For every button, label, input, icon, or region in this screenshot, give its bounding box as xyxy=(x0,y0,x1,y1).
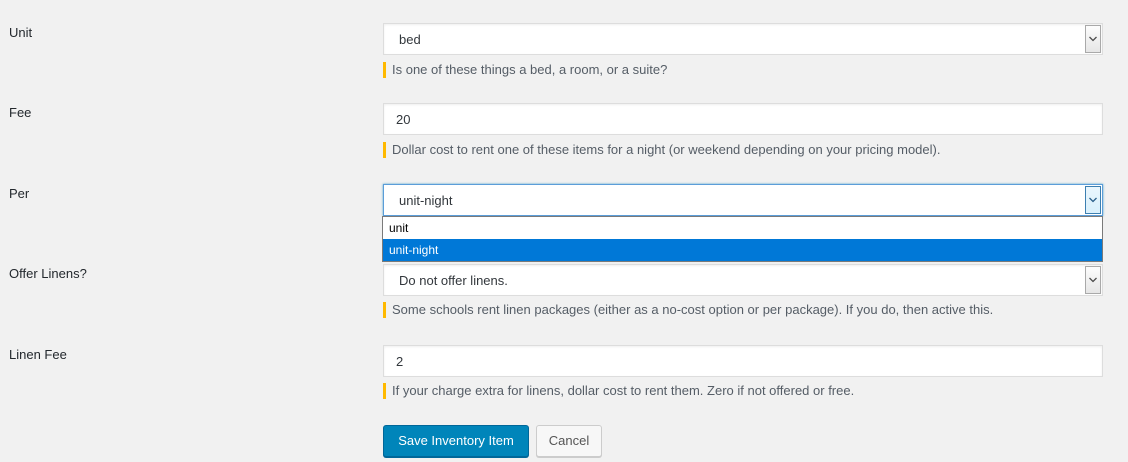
per-select[interactable]: unit-night xyxy=(383,184,1103,216)
linen-fee-description: If your charge extra for linens, dollar … xyxy=(383,383,854,399)
unit-select-value: bed xyxy=(399,32,421,47)
unit-select-arrow[interactable] xyxy=(1085,25,1101,53)
offer-linens-select-value: Do not offer linens. xyxy=(399,273,508,288)
offer-linens-description: Some schools rent linen packages (either… xyxy=(383,302,993,318)
offer-linens-select-arrow[interactable] xyxy=(1085,266,1101,294)
chevron-down-icon xyxy=(1089,277,1097,283)
cancel-button[interactable]: Cancel xyxy=(536,425,602,457)
per-option-unit[interactable]: unit xyxy=(383,217,1102,239)
per-select-arrow[interactable] xyxy=(1085,186,1101,214)
fee-input[interactable]: 20 xyxy=(383,103,1103,135)
offer-linens-label: Offer Linens? xyxy=(9,266,87,281)
unit-label: Unit xyxy=(9,25,33,40)
fee-label: Fee xyxy=(9,105,32,120)
linen-fee-input[interactable]: 2 xyxy=(383,345,1103,377)
per-option-unit-night[interactable]: unit-night xyxy=(383,239,1102,261)
chevron-down-icon xyxy=(1089,197,1097,203)
fee-input-value: 20 xyxy=(396,112,411,127)
save-inventory-item-button[interactable]: Save Inventory Item xyxy=(383,425,529,457)
per-label: Per xyxy=(9,186,30,201)
per-select-value: unit-night xyxy=(399,193,453,208)
unit-description: Is one of these things a bed, a room, or… xyxy=(383,62,667,78)
fee-description: Dollar cost to rent one of these items f… xyxy=(383,142,940,158)
per-dropdown-list: unit unit-night xyxy=(382,216,1103,262)
linen-fee-label: Linen Fee xyxy=(9,347,67,362)
offer-linens-select[interactable]: Do not offer linens. xyxy=(383,264,1103,296)
chevron-down-icon xyxy=(1089,36,1097,42)
linen-fee-input-value: 2 xyxy=(396,354,404,369)
unit-select[interactable]: bed xyxy=(383,23,1103,55)
